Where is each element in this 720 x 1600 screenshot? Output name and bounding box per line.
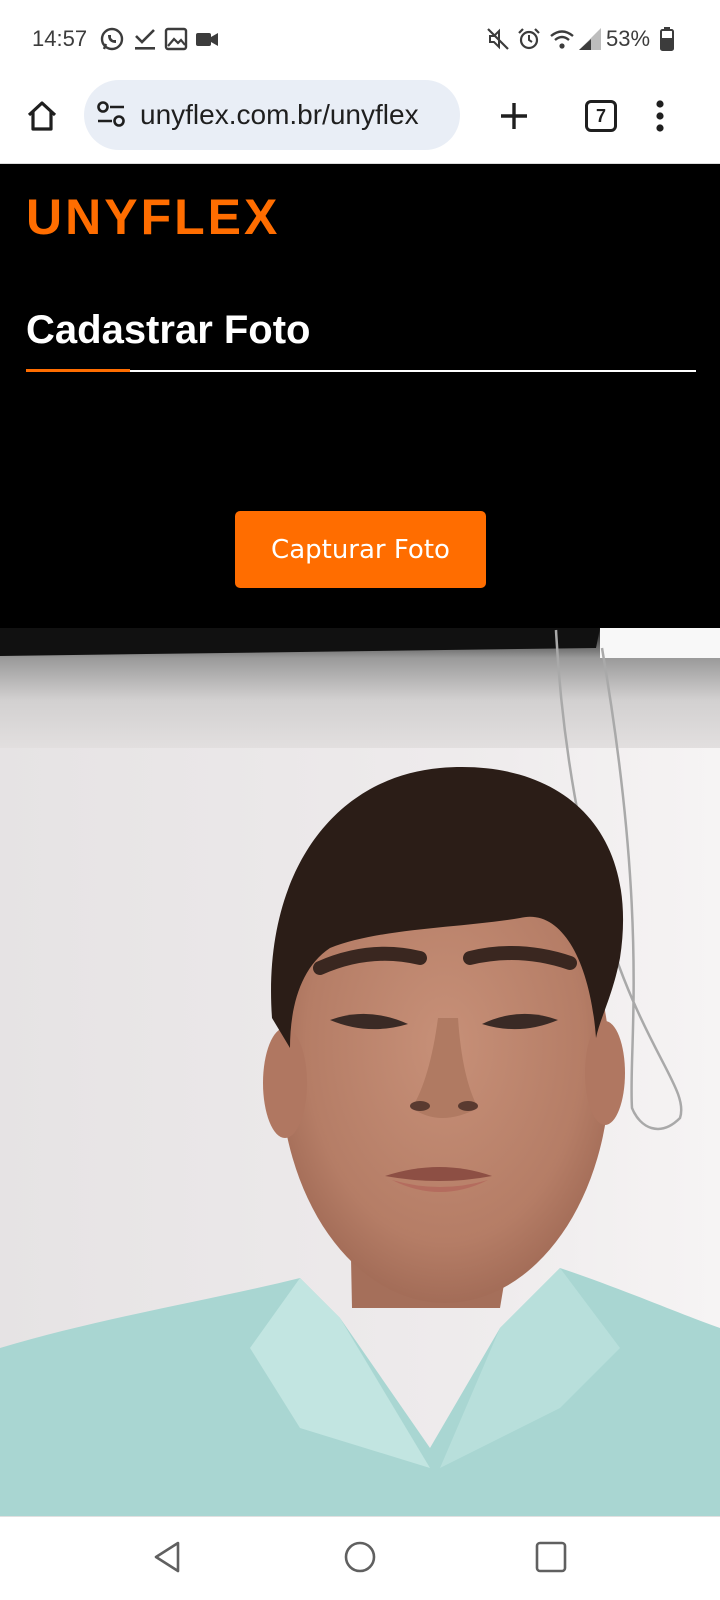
capture-photo-button[interactable]: Capturar Foto — [235, 511, 486, 588]
image-icon — [164, 27, 188, 51]
system-nav-bar — [0, 1516, 720, 1600]
check-download-icon — [135, 29, 155, 50]
alarm-icon — [518, 28, 540, 50]
home-icon — [27, 101, 57, 131]
home-circle-icon[interactable] — [342, 1539, 378, 1575]
address-bar[interactable]: unyflex.com.br/unyflex — [84, 80, 460, 150]
status-bar: 14:57 53% — [0, 0, 720, 80]
home-button[interactable] — [18, 92, 66, 140]
battery-icon — [660, 27, 674, 51]
menu-dots-icon — [656, 100, 664, 132]
whatsapp-icon — [100, 27, 124, 51]
video-camera-icon — [196, 33, 218, 46]
tab-count: 7 — [595, 105, 606, 126]
camera-feed-image — [0, 628, 720, 1516]
new-tab-button[interactable] — [490, 92, 538, 140]
signal-icon — [579, 28, 601, 50]
title-accent-bar — [26, 369, 130, 372]
recents-icon[interactable] — [533, 1539, 569, 1575]
mute-icon — [487, 28, 509, 50]
wifi-icon — [550, 30, 574, 49]
page-title: Cadastrar Foto — [26, 308, 311, 352]
battery-percent: 53% — [606, 26, 651, 51]
status-time: 14:57 — [32, 26, 88, 51]
tab-switcher-button[interactable]: 7 — [585, 100, 617, 132]
back-icon[interactable] — [150, 1539, 186, 1575]
new-tab-plus-icon — [501, 103, 527, 129]
brand-logo[interactable]: UNYFLEX — [26, 188, 280, 246]
web-page: UNYFLEX Cadastrar Foto Capturar Foto — [0, 164, 720, 628]
site-settings-icon[interactable] — [96, 101, 126, 129]
camera-preview — [0, 628, 720, 1516]
url-text: unyflex.com.br/unyflex — [140, 99, 419, 130]
browser-menu-button[interactable] — [636, 92, 684, 140]
browser-toolbar: unyflex.com.br/unyflex 7 — [0, 80, 720, 164]
